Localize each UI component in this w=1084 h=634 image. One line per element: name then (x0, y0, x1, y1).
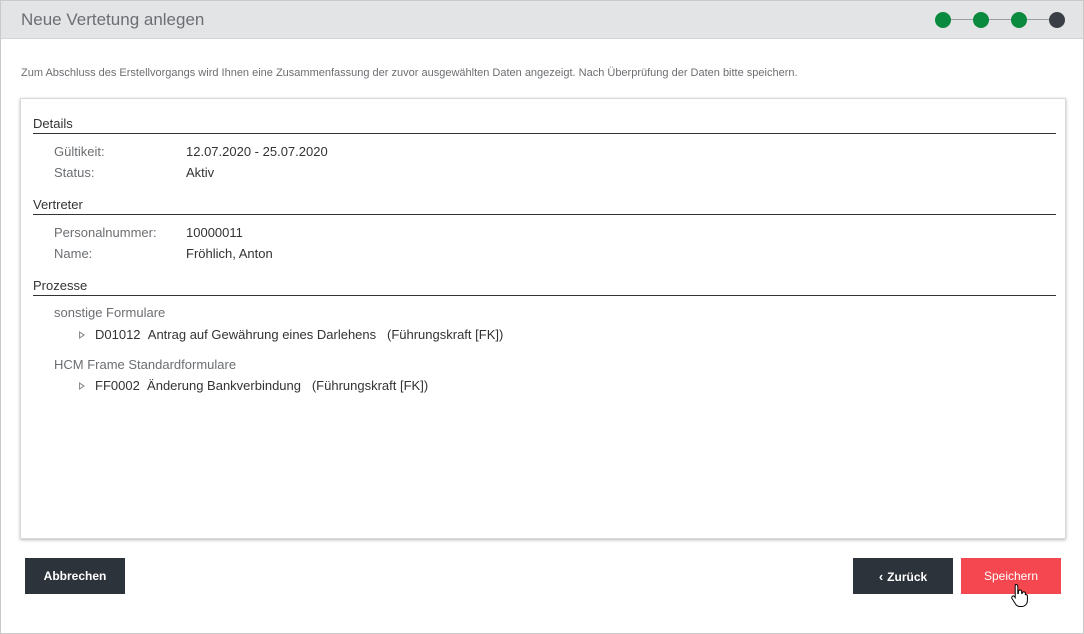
expand-triangle-icon[interactable] (79, 330, 85, 339)
process-group-name: sonstige Formulare (54, 305, 166, 320)
dialog-title: Neue Vertetung anlegen (21, 10, 205, 29)
status-value: Aktiv (186, 165, 215, 180)
cancel-button[interactable]: Abbrechen (25, 558, 125, 594)
process-item[interactable]: D01012 Antrag auf Gewährung eines Darleh… (79, 327, 503, 342)
back-button-label: Zurück (887, 569, 928, 584)
validity-label: Gültikeit: (54, 144, 105, 159)
chevron-left-icon: ‹ (878, 568, 884, 584)
step-3-complete-dot (1011, 12, 1027, 28)
dialog-window: Neue Vertetung anlegen Zum Abschluss des… (0, 0, 1084, 634)
personnel-number-value: 10000011 (186, 225, 243, 240)
process-role: (Führungskraft [FK]) (311, 378, 429, 393)
process-code: D01012 (95, 327, 141, 342)
dialog-header: Neue Vertetung anlegen (1, 1, 1083, 39)
process-item[interactable]: FF0002 Änderung Bankverbindung (Führungs… (79, 378, 428, 393)
process-title: Antrag auf Gewährung eines Darlehens (147, 327, 377, 342)
process-role: (Führungskraft [FK]) (387, 327, 504, 342)
section-heading-details: Details (33, 116, 1056, 134)
back-button[interactable]: ‹ Zurück (853, 558, 953, 594)
hand-pointer-icon (1011, 583, 1028, 607)
process-title: Änderung Bankverbindung (147, 378, 301, 393)
name-label: Name: (54, 246, 93, 261)
summary-panel: Details Gültikeit: 12.07.2020 - 25.07.20… (20, 98, 1066, 539)
validity-value: 12.07.2020 - 25.07.2020 (186, 144, 328, 159)
name-value: Fröhlich, Anton (186, 246, 273, 261)
step-4-current-dot (1049, 12, 1065, 28)
intro-text: Zum Abschluss des Erstellvorgangs wird I… (21, 67, 798, 79)
process-group-name: HCM Frame Standardformulare (54, 357, 237, 372)
progress-stepper (935, 12, 1065, 28)
section-heading-substitute: Vertreter (33, 197, 1056, 215)
process-code: FF0002 (95, 378, 140, 393)
stepper-line (943, 19, 1055, 20)
expand-triangle-icon[interactable] (79, 381, 85, 390)
step-2-complete-dot (973, 12, 989, 28)
step-1-complete-dot (935, 12, 951, 28)
section-heading-processes: Prozesse (33, 278, 1056, 296)
personnel-number-label: Personalnummer: (54, 225, 157, 240)
status-label: Status: (54, 165, 95, 180)
